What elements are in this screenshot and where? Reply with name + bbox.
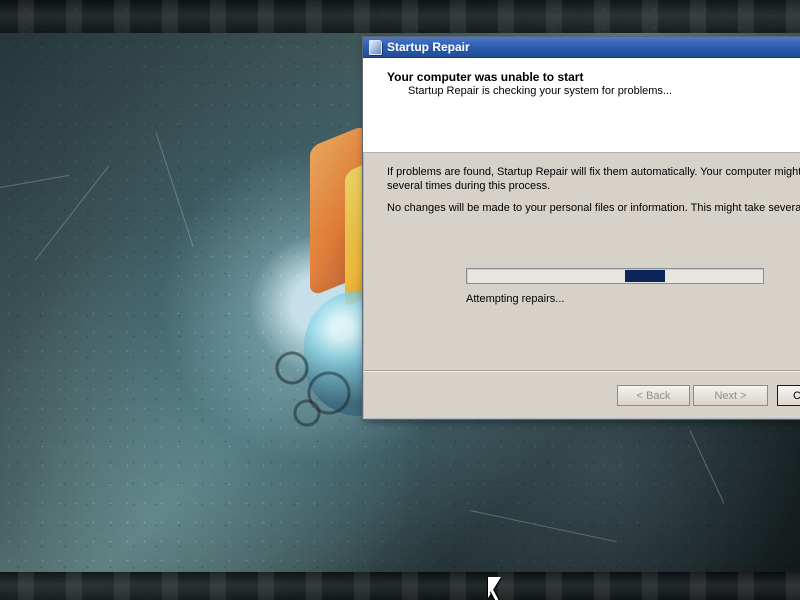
next-button[interactable]: Next > — [693, 385, 768, 406]
repair-description: If problems are found, Startup Repair wi… — [387, 166, 800, 192]
footer-divider — [363, 370, 800, 371]
page-subtitle: Startup Repair is checking your system f… — [408, 85, 673, 97]
page-title: Your computer was unable to start — [387, 70, 584, 84]
cancel-button[interactable]: C — [777, 385, 800, 406]
personal-files-note: No changes will be made to your personal… — [387, 202, 800, 214]
window-titlebar[interactable]: Startup Repair — [363, 37, 800, 58]
desktop-background: Startup Repair Your computer was unable … — [0, 0, 800, 600]
startup-repair-window[interactable]: Startup Repair Your computer was unable … — [362, 36, 800, 420]
back-button[interactable]: < Back — [617, 385, 690, 406]
header-panel: Your computer was unable to start Startu… — [363, 58, 800, 153]
startup-repair-icon — [369, 39, 382, 55]
decorative-swirl — [262, 338, 362, 433]
repair-status: Attempting repairs... — [466, 293, 565, 305]
window-title: Startup Repair — [387, 40, 470, 54]
mouse-pointer-icon — [488, 577, 501, 598]
repair-content: If problems are found, Startup Repair wi… — [363, 152, 800, 404]
film-strip-bottom — [0, 572, 800, 600]
progress-active-segment — [625, 270, 665, 282]
repair-progress-bar — [466, 268, 764, 284]
